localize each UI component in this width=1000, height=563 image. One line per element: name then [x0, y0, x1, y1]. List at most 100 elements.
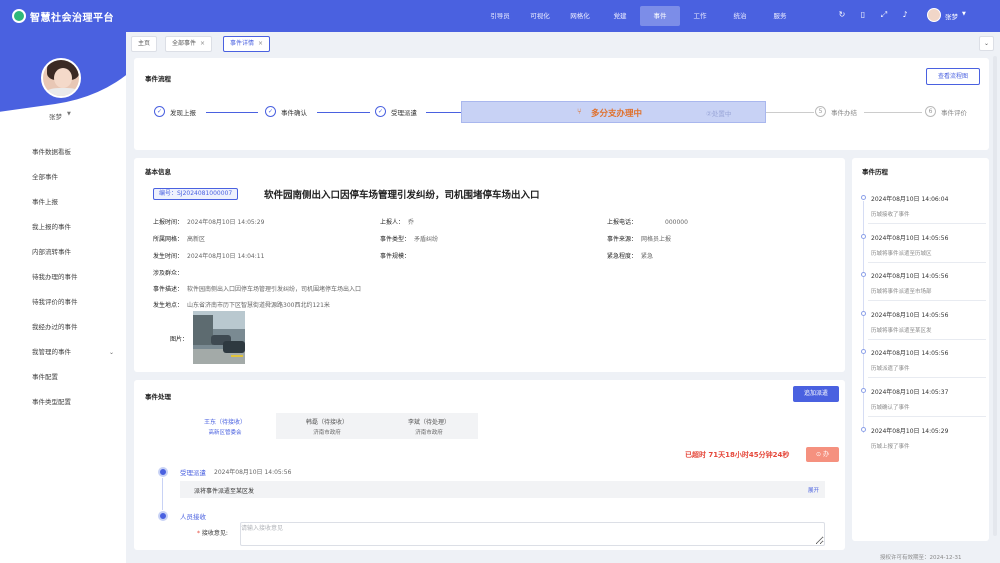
nav-item-work[interactable]: 工作 — [680, 6, 720, 26]
check-icon: ✓ — [375, 106, 386, 117]
step-label: 事件办结 — [831, 108, 857, 117]
tab-home[interactable]: 主页 — [131, 36, 158, 52]
sidebar-item-config[interactable]: 事件配置 — [0, 365, 126, 390]
sidebar-item-label: 我管理的事件 — [32, 348, 71, 356]
tab-menu-chevron-icon[interactable]: ⌄ — [979, 36, 994, 51]
mobile-icon[interactable]: ▯ — [859, 10, 867, 20]
sidebar-item-handled[interactable]: 我经办过的事件 — [0, 315, 126, 340]
timeline-desc: 历城将事件派遣至某区发 — [871, 328, 932, 334]
user-name[interactable]: 张梦 — [945, 11, 958, 21]
timeline-time: 2024年08月10日 14:05:29 — [871, 428, 949, 435]
step-connector — [426, 112, 461, 113]
sidebar-item-dashboard[interactable]: 事件数据看板 — [0, 140, 126, 165]
check-icon: ✓ — [265, 106, 276, 117]
field-value: 高新区 — [187, 236, 206, 243]
field-occur-time: 发生时间： 2024年08月10日 14:04:11 — [153, 251, 264, 260]
scrollbar[interactable] — [993, 56, 997, 536]
basic-info-title: 基本信息 — [145, 168, 171, 176]
step-connector — [864, 112, 922, 113]
nav-item-service[interactable]: 服务 — [760, 6, 800, 26]
field-label: 事件类型： — [380, 236, 411, 243]
field-place: 发生地点： 山东省济南市历下区智慧街道舜源路300西北约121米 — [153, 300, 330, 309]
sidebar-item-report[interactable]: 事件上报 — [0, 190, 126, 215]
timeline-time: 2024年08月10日 14:05:56 — [871, 350, 949, 357]
tab-label: 全部事件 — [172, 40, 197, 47]
event-title: 软件园南侧出入口因停车场管理引发纠纷，司机围堵停车场出入口 — [264, 190, 540, 201]
close-icon[interactable]: × — [258, 40, 263, 47]
sidebar: 张梦 ▼ 事件数据看板 全部事件 事件上报 我上报的事件 内部流转事件 待我办理… — [0, 32, 126, 563]
record-time: 2024年08月10日 14:05:56 — [214, 469, 292, 476]
sidebar-item-to-evaluate[interactable]: 待我评价的事件 — [0, 290, 126, 315]
timeline-dot — [861, 427, 866, 432]
bell-icon[interactable]: ♪ — [901, 10, 909, 20]
tab-label: 事件详情 — [230, 40, 255, 47]
urge-button[interactable]: ⊙ 办 — [806, 447, 839, 462]
top-bar: 智慧社会治理平台 引导员 可视化 网格化 党建 事件 工作 统治 服务 ↻ ▯ … — [0, 0, 1000, 32]
step-label: 事件评价 — [941, 108, 967, 117]
sidebar-item-my-reported[interactable]: 我上报的事件 — [0, 215, 126, 240]
sidebar-item-type-config[interactable]: 事件类型配置 — [0, 390, 126, 415]
timeline-dot — [861, 234, 866, 239]
nav-item-visual[interactable]: 可视化 — [520, 6, 560, 26]
expand-link[interactable]: 展开 — [808, 486, 819, 494]
overdue-timer: 已超时 71天18小时45分钟24秒 — [685, 451, 790, 459]
user-avatar[interactable] — [927, 8, 941, 22]
chevron-down-icon[interactable]: ▼ — [962, 11, 966, 17]
sidebar-item-managed[interactable]: 我管理的事件 ⌄ — [0, 340, 126, 365]
timeline-divider — [868, 339, 986, 340]
step-ghost-label: ②处置中 — [706, 110, 732, 118]
field-label: 图片： — [170, 336, 189, 343]
timeline-divider — [868, 416, 986, 417]
refresh-icon[interactable]: ↻ — [838, 10, 846, 20]
nav-item-grid[interactable]: 网格化 — [560, 6, 600, 26]
timeline-desc: 历城将事件派遣至历城区 — [871, 251, 932, 257]
timeline-time: 2024年08月10日 14:06:04 — [871, 196, 949, 203]
field-label: 上报电话： — [607, 219, 638, 226]
field-label: 紧急程度： — [607, 253, 638, 260]
timeline-time: 2024年08月10日 14:05:56 — [871, 273, 949, 280]
event-photo[interactable] — [193, 311, 245, 364]
tab-dept-1[interactable]: 王东（待接收） 高新区管委会 — [174, 413, 276, 439]
dept-org: 济南市政府 — [415, 430, 443, 436]
tab-event-detail[interactable]: 事件详情 × — [223, 36, 271, 52]
sidebar-item-all-events[interactable]: 全部事件 — [0, 165, 126, 190]
close-icon[interactable]: × — [200, 40, 205, 47]
field-type: 事件类型： 矛盾纠纷 — [380, 234, 438, 243]
timeline-desc: 历城上报了事件 — [871, 444, 910, 450]
receive-opinion-input[interactable] — [240, 522, 825, 546]
nav-item-guide[interactable]: 引导员 — [480, 6, 520, 26]
tab-dept-2[interactable]: 韩磊（待接收） 济南市政府 — [276, 413, 378, 439]
timeline-time: 2024年08月10日 14:05:56 — [871, 312, 949, 319]
step-label: 发现上报 — [170, 108, 196, 117]
chevron-down-icon[interactable]: ▼ — [67, 111, 71, 117]
tab-all-events[interactable]: 全部事件 × — [165, 36, 213, 52]
sidebar-item-to-handle[interactable]: 待我办理的事件 — [0, 265, 126, 290]
field-reporter-phone: 上报电话： 000000 — [607, 217, 688, 226]
receive-dot — [158, 511, 168, 521]
nav-item-govern[interactable]: 统治 — [720, 6, 760, 26]
step-connector — [766, 112, 814, 113]
timeline-dot — [861, 349, 866, 354]
field-scale: 事件规模： — [380, 251, 414, 260]
flow-title: 事件流程 — [145, 75, 171, 83]
tab-dept-3[interactable]: 李斌（待处理） 济南市政府 — [378, 413, 480, 439]
nav-item-event[interactable]: 事件 — [640, 6, 680, 26]
field-label: 发生时间： — [153, 253, 184, 260]
add-dispatch-button[interactable]: 追加派遣 — [793, 386, 839, 402]
sidebar-user-name[interactable]: 张梦 — [49, 111, 62, 121]
nav-item-party[interactable]: 党建 — [600, 6, 640, 26]
view-flowchart-button[interactable]: 查看流程图 — [926, 68, 980, 85]
field-label: 事件描述： — [153, 286, 184, 293]
receive-label-text: 接收意见: — [201, 530, 228, 537]
field-description: 事件描述： 软件园南侧出入口因停车场管理引发纠纷，司机围堵停车场出入口 — [153, 284, 361, 293]
field-report-time: 上报时间： 2024年08月10日 14:05:29 — [153, 217, 264, 226]
sidebar-menu: 事件数据看板 全部事件 事件上报 我上报的事件 内部流转事件 待我办理的事件 待… — [0, 140, 126, 415]
record-body: 派将事件派遣至某区发 展开 — [180, 481, 825, 498]
sidebar-item-internal[interactable]: 内部流转事件 — [0, 240, 126, 265]
fullscreen-icon[interactable]: ⤢ — [880, 10, 888, 20]
field-photo-label: 图片： — [170, 334, 188, 343]
dept-org: 济南市政府 — [313, 430, 341, 436]
field-label: 发生地点： — [153, 302, 184, 309]
step-evaluate: 6 事件评价 — [925, 106, 967, 117]
timeline-desc: 历城接收了事件 — [871, 212, 910, 218]
